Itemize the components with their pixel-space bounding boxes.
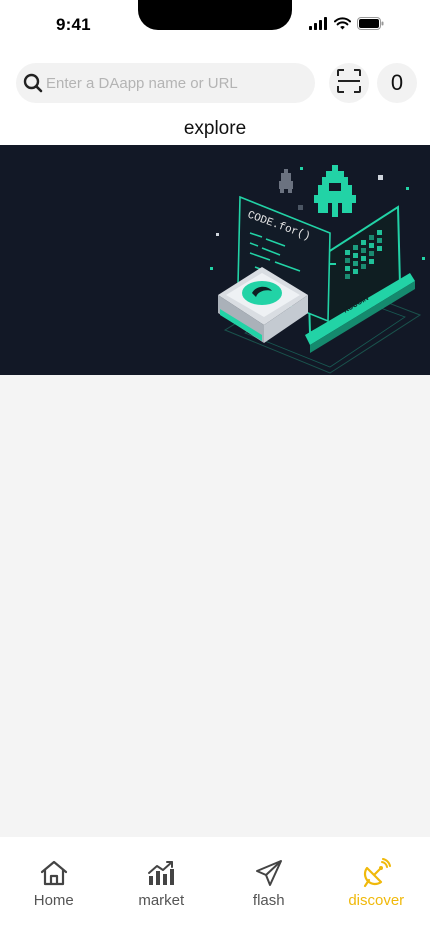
scan-button[interactable] (329, 63, 369, 103)
search-box[interactable] (16, 63, 315, 103)
bottom-nav: Home market flash discover (0, 837, 430, 932)
nav-label-market: market (138, 892, 185, 909)
scan-icon (336, 68, 362, 99)
nav-item-market[interactable]: market (108, 837, 216, 932)
search-row: 0 (16, 63, 418, 103)
app-screen: 9:41 Enter a DAapp name or URL 0 explore… (0, 0, 430, 932)
tabs-count-button[interactable]: 0 (377, 63, 417, 103)
satellite-icon (360, 857, 392, 889)
notch (138, 0, 292, 30)
content-area (0, 375, 430, 837)
banner-illustration: KUCOIN CODE.for() (210, 165, 425, 374)
status-icons (309, 17, 384, 35)
nav-item-flash[interactable]: flash (215, 837, 323, 932)
search-icon (22, 72, 44, 94)
nav-label-discover: discover (348, 892, 405, 909)
status-time: 9:41 (56, 15, 91, 34)
nav-label-home: Home (33, 892, 74, 909)
section-title: explore (183, 118, 247, 139)
explore-banner[interactable]: KUCOIN CODE.for() (0, 145, 430, 375)
nav-label-flash: flash (252, 892, 285, 909)
status-bar: 9:41 (0, 0, 430, 50)
nav-item-discover[interactable]: discover (323, 837, 430, 932)
small-rocket-icon (279, 169, 293, 193)
search-input[interactable] (46, 74, 296, 92)
chart-icon (145, 857, 177, 889)
wifi-icon (334, 17, 351, 35)
nav-item-home[interactable]: Home (0, 837, 108, 932)
signal-icon (309, 17, 328, 35)
send-icon (253, 857, 285, 889)
battery-icon (357, 17, 384, 35)
home-icon (38, 857, 70, 889)
rocket-icon (314, 165, 356, 217)
